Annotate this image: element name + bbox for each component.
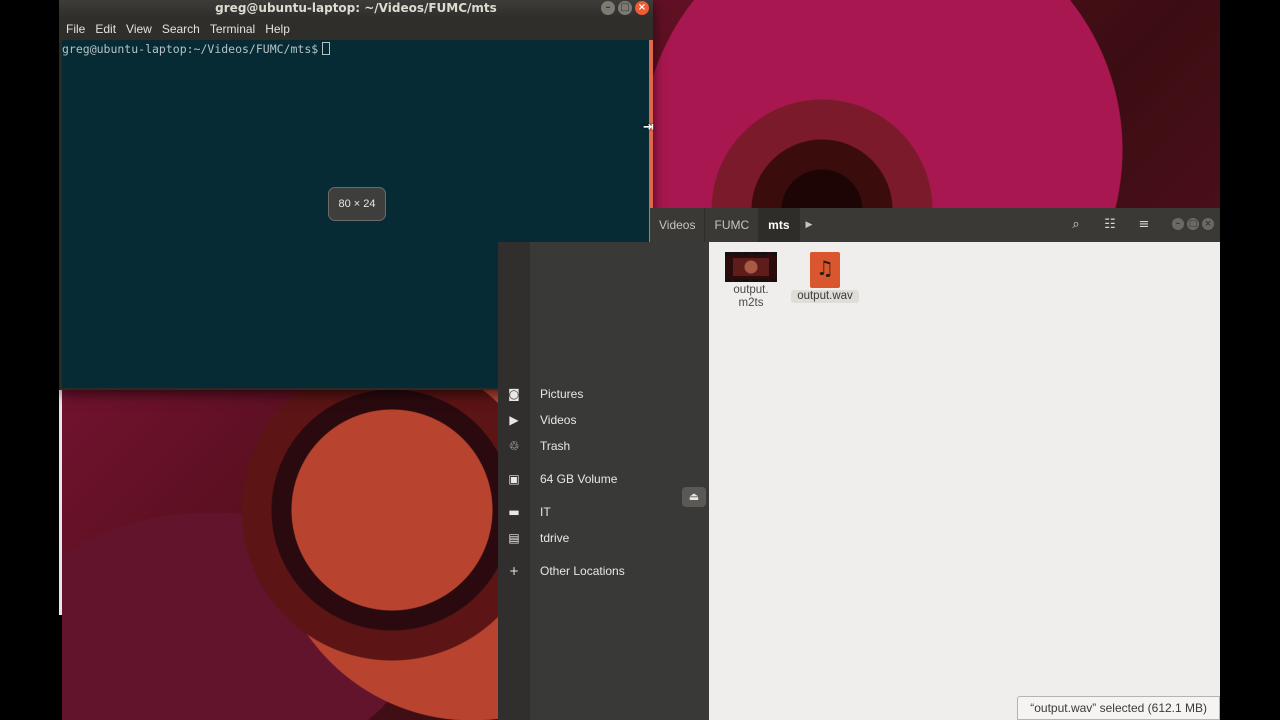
file-item-output-wav[interactable]: ♫ output.wav: [791, 252, 859, 303]
sidebar-item-pictures[interactable]: ◙ Pictures: [498, 382, 709, 406]
terminal-title: greg@ubuntu-laptop: ~/Videos/FUMC/mts: [215, 1, 497, 15]
sidebar-item-label: IT: [540, 505, 551, 519]
sidebar-item-label: 64 GB Volume: [540, 472, 618, 486]
video-icon: ▶: [509, 413, 519, 427]
network-folder-icon: ▤: [508, 531, 520, 545]
view-options-icon[interactable]: ☷: [1101, 216, 1119, 234]
sidebar-item-trash[interactable]: ♲ Trash: [498, 434, 709, 458]
files-window-controls: – □ ×: [1172, 218, 1214, 230]
sidebar-item-tdrive[interactable]: ▤ tdrive: [498, 526, 709, 550]
terminal-titlebar[interactable]: greg@ubuntu-laptop: ~/Videos/FUMC/mts – …: [59, 0, 653, 18]
trash-icon: ♲: [508, 439, 520, 453]
terminal-cursor: [322, 42, 331, 55]
maximize-button[interactable]: □: [618, 1, 632, 15]
camera-icon: ◙: [508, 387, 520, 401]
sidebar-item-videos[interactable]: ▶ Videos: [498, 408, 709, 432]
sidebar-item-other-locations[interactable]: + Other Locations: [498, 559, 709, 583]
files-maximize-button[interactable]: □: [1187, 218, 1199, 230]
close-button[interactable]: ×: [635, 1, 649, 15]
drive-icon: ▣: [508, 472, 520, 486]
menu-edit[interactable]: Edit: [95, 22, 116, 36]
sidebar-item-it[interactable]: ▬ IT: [498, 500, 709, 524]
search-icon[interactable]: ⌕: [1067, 216, 1085, 234]
menu-icon[interactable]: ≡: [1135, 216, 1153, 234]
selection-status: “output.wav” selected (612.1 MB): [1017, 696, 1220, 720]
files-sidebar: ◙ Pictures ▶ Videos ♲ Trash ▣ 64 GB Volu…: [498, 242, 709, 720]
breadcrumb-fumc[interactable]: FUMC: [705, 208, 760, 242]
minimize-button[interactable]: –: [601, 1, 615, 15]
files-minimize-button[interactable]: –: [1172, 218, 1184, 230]
menu-search[interactable]: Search: [162, 22, 200, 36]
files-close-button[interactable]: ×: [1202, 218, 1214, 230]
video-file-icon: [725, 252, 777, 282]
terminal-menubar: File Edit View Search Terminal Help: [59, 18, 653, 40]
sidebar-item-label: Other Locations: [540, 564, 625, 578]
sidebar-item-label: Pictures: [540, 387, 584, 401]
menu-file[interactable]: File: [66, 22, 85, 36]
menu-help[interactable]: Help: [265, 22, 290, 36]
files-window[interactable]: Videos FUMC mts ▶ ⌕ ☷ ≡ – □ × ◙ Pictures…: [498, 208, 1220, 720]
file-item-output-m2ts[interactable]: output. m2ts: [717, 252, 785, 310]
terminal-prompt: greg@ubuntu-laptop:~/Videos/FUMC/mts$: [62, 42, 319, 56]
file-name: output. m2ts: [733, 284, 769, 309]
breadcrumb-forward-icon[interactable]: ▶: [800, 220, 819, 230]
sidebar-item-label: Videos: [540, 413, 577, 427]
terminal-window-controls: – □ ×: [601, 1, 649, 15]
resize-size-tooltip: 80 × 24: [328, 187, 386, 221]
breadcrumb-videos[interactable]: Videos: [650, 208, 706, 242]
breadcrumb-mts[interactable]: mts: [759, 208, 800, 242]
folder-icon: ▬: [508, 505, 520, 519]
menu-terminal[interactable]: Terminal: [210, 22, 255, 36]
files-headerbar: Videos FUMC mts ▶ ⌕ ☷ ≡ – □ ×: [650, 208, 1220, 242]
files-content-area[interactable]: output. m2ts ♫ output.wav: [709, 242, 1220, 720]
sidebar-item-64gb-volume[interactable]: ▣ 64 GB Volume: [498, 467, 709, 491]
plus-icon: +: [508, 564, 520, 578]
audio-file-icon: ♫: [810, 252, 840, 288]
sidebar-item-label: tdrive: [540, 531, 570, 545]
menu-view[interactable]: View: [126, 22, 152, 36]
resize-cursor-icon: ⇥: [643, 120, 654, 135]
file-name: output.wav: [791, 290, 859, 303]
sidebar-item-label: Trash: [540, 439, 571, 453]
